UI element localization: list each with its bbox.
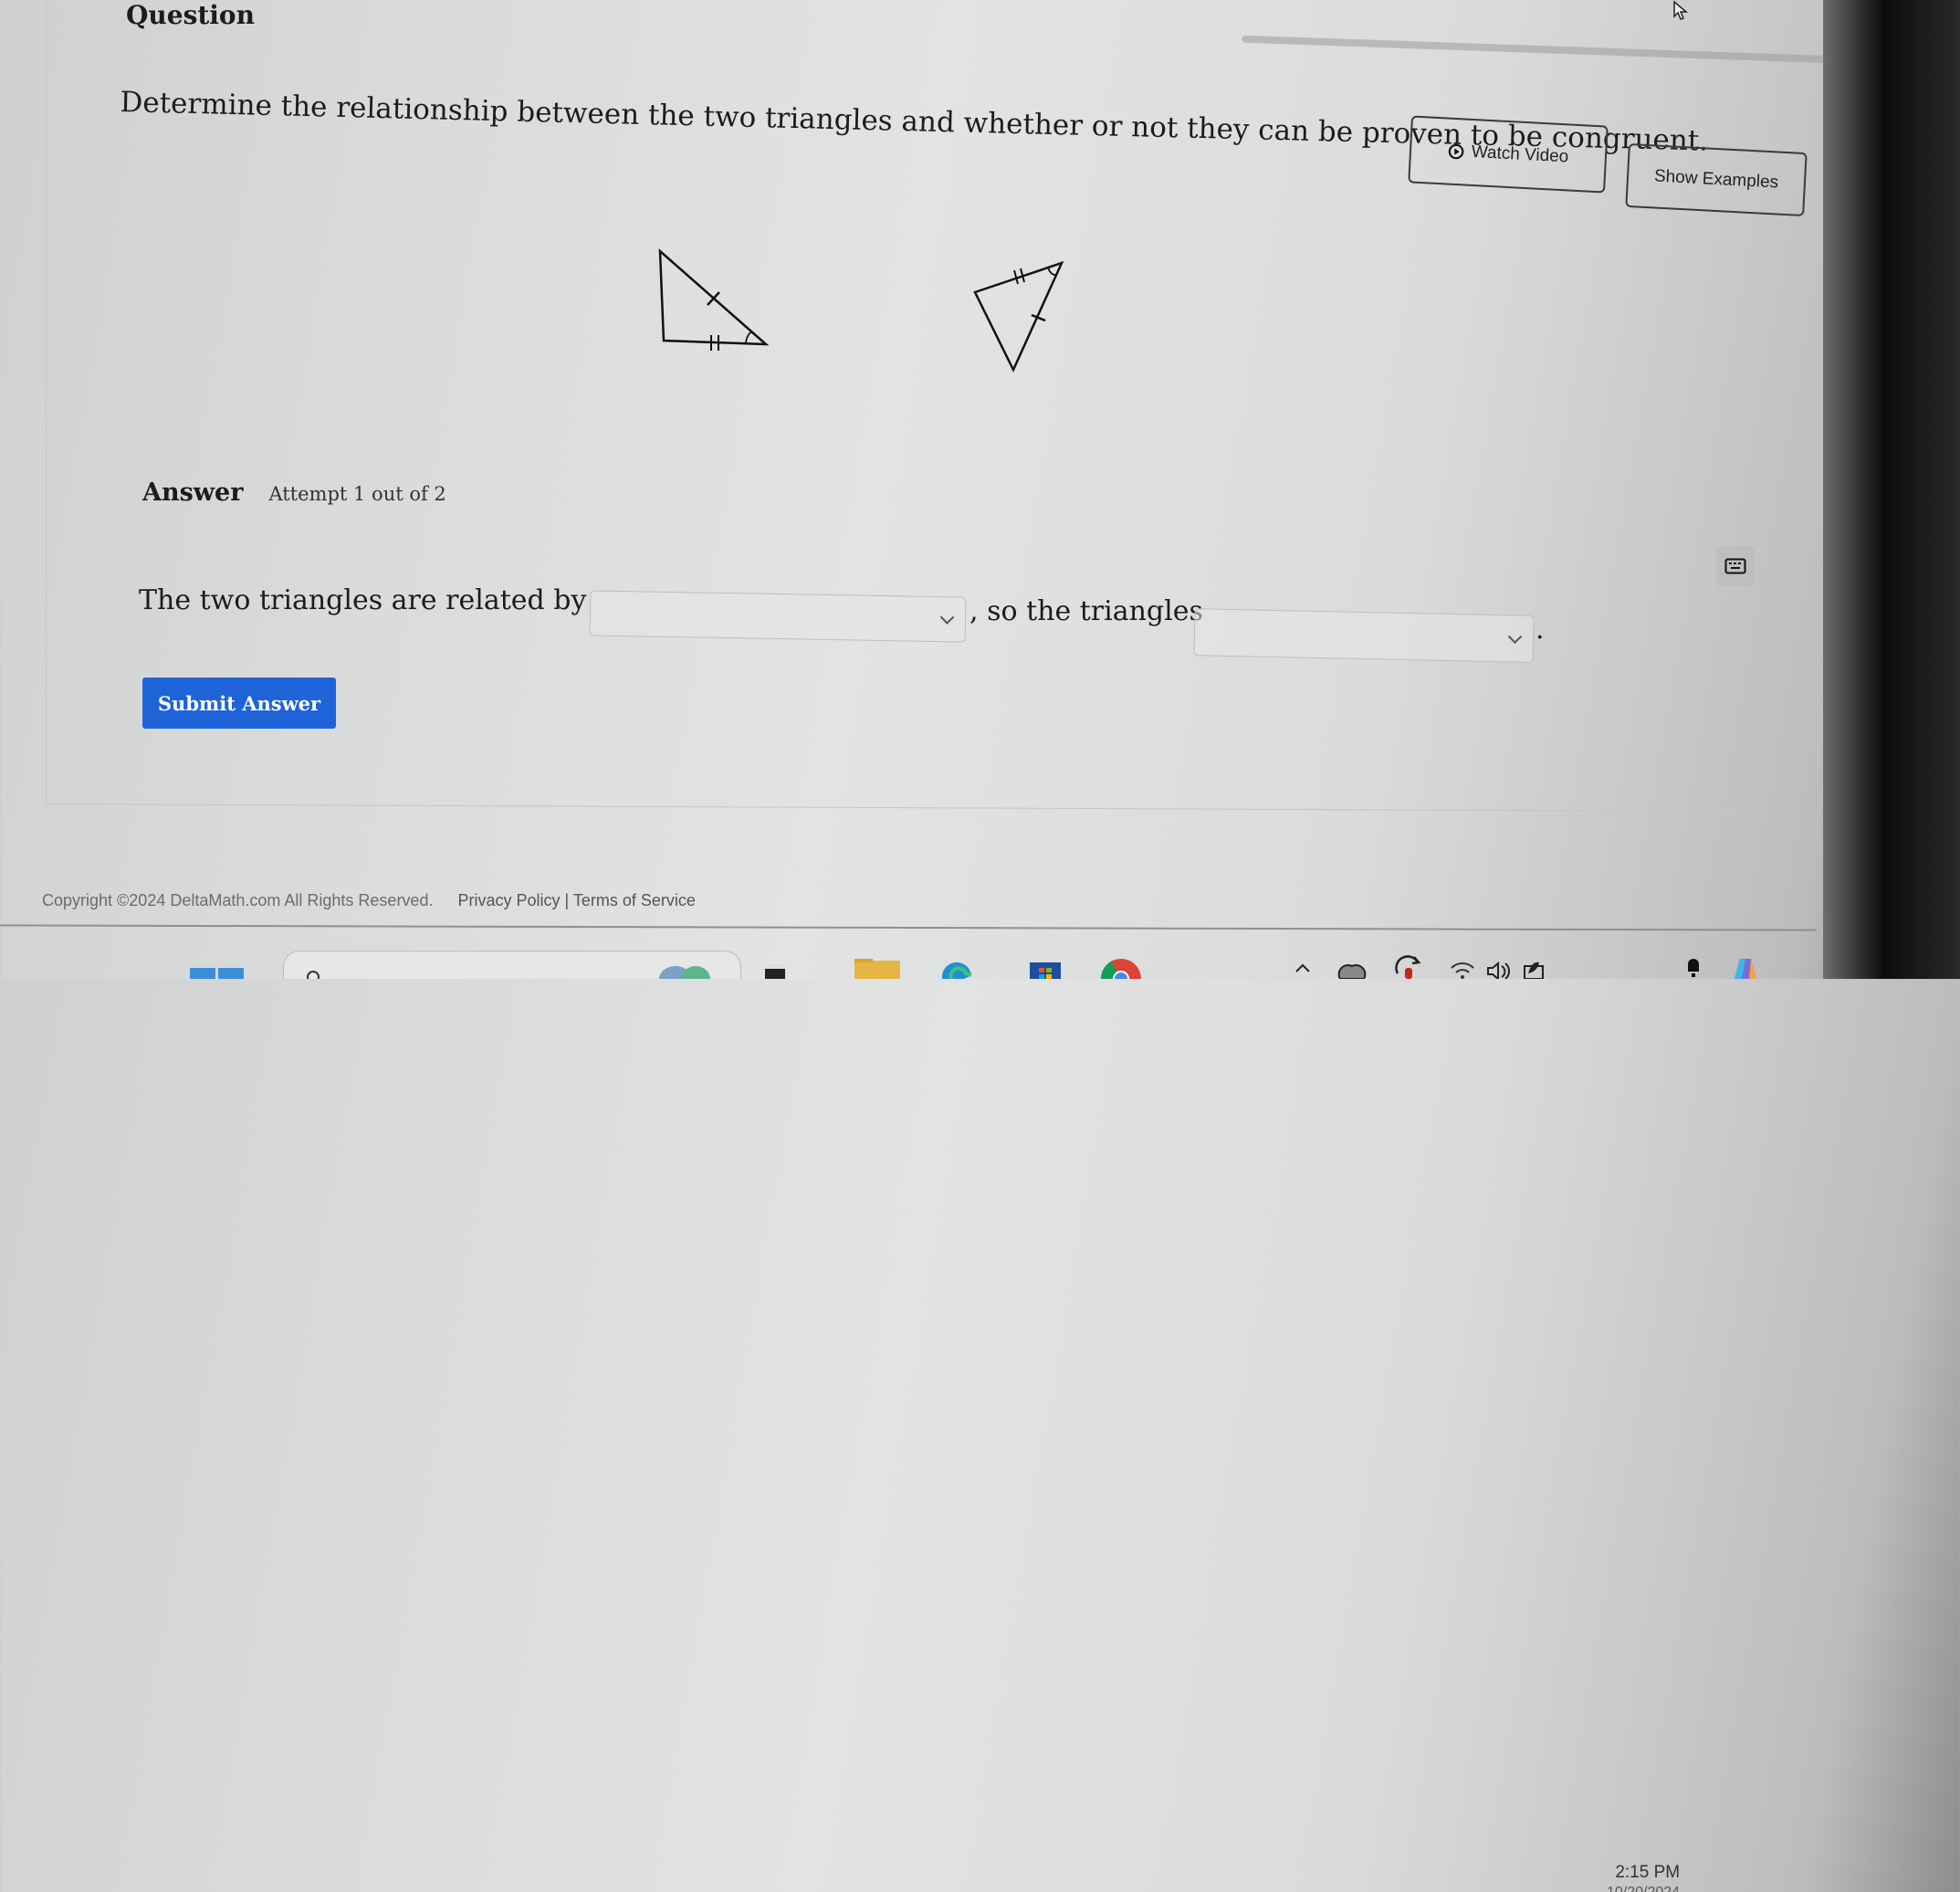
- windows-start-icon[interactable]: [190, 966, 245, 979]
- sync-icon[interactable]: [1392, 953, 1423, 979]
- chevron-up-icon[interactable]: [1294, 962, 1311, 973]
- chrome-browser-icon[interactable]: [1099, 955, 1143, 979]
- attempt-counter: Attempt 1 out of 2: [268, 483, 446, 505]
- clock-time: 2:15 PM: [1615, 1863, 1681, 1882]
- copilot-icon[interactable]: [1731, 955, 1760, 979]
- wifi-icon[interactable]: [1450, 961, 1475, 979]
- triangle-1: [658, 248, 770, 351]
- header-divider: [1242, 35, 1835, 64]
- notification-bell-icon[interactable]: [1685, 955, 1702, 977]
- triangle-2: [973, 260, 1064, 373]
- copyright-text: Copyright ©2024 DeltaMath.com All Rights…: [42, 891, 434, 909]
- relationship-dropdown[interactable]: [589, 590, 967, 643]
- keyboard-icon: [1724, 558, 1746, 574]
- widgets-icon[interactable]: [657, 961, 712, 979]
- privacy-policy-link[interactable]: Privacy Policy: [457, 891, 560, 909]
- chevron-down-icon: [1507, 629, 1523, 645]
- microsoft-store-icon[interactable]: [1030, 959, 1061, 979]
- submit-answer-button[interactable]: Submit Answer: [142, 678, 336, 729]
- volume-icon[interactable]: [1486, 961, 1512, 979]
- edge-browser-icon[interactable]: [940, 957, 973, 979]
- battery-saver-icon[interactable]: [1521, 959, 1546, 979]
- watch-video-button[interactable]: Watch Video: [1408, 115, 1609, 194]
- show-examples-label: Show Examples: [1653, 166, 1779, 193]
- onedrive-cloud-icon[interactable]: [1337, 961, 1367, 979]
- deltamath-page: Question Determine the relationship betw…: [0, 0, 1835, 927]
- search-icon: [307, 971, 320, 979]
- windows-taskbar: 2:15 PM 10/20/2024: [0, 931, 1817, 1892]
- file-explorer-icon[interactable]: [854, 959, 900, 979]
- show-examples-button[interactable]: Show Examples: [1625, 142, 1808, 217]
- sentence-part-1: The two triangles are related by: [139, 584, 587, 616]
- footer: Copyright ©2024 DeltaMath.com All Rights…: [42, 891, 696, 910]
- sentence-part-3: .: [1536, 614, 1545, 646]
- card-bottom-border: [45, 804, 1771, 813]
- chevron-down-icon: [939, 610, 955, 625]
- answer-header: Answer Attempt 1 out of 2: [142, 478, 446, 507]
- triangle-1-angle-arc: [745, 331, 753, 344]
- watch-video-label: Watch Video: [1471, 142, 1569, 167]
- footer-separator: |: [564, 891, 570, 909]
- keyboard-toggle-button[interactable]: [1716, 546, 1755, 586]
- card-left-border: [46, 0, 47, 804]
- clock-date: 10/20/2024: [1607, 1883, 1680, 1892]
- mouse-cursor-icon: [1673, 0, 1689, 20]
- answer-label: Answer: [142, 478, 244, 507]
- triangles-figure: [658, 248, 1064, 373]
- congruence-dropdown[interactable]: [1193, 608, 1535, 663]
- terminal-icon[interactable]: [765, 964, 785, 979]
- section-title: Question: [126, 0, 255, 30]
- sentence-part-2: , so the triangles: [970, 595, 1203, 627]
- system-clock[interactable]: 2:15 PM 10/20/2024: [1607, 1863, 1680, 1892]
- terms-of-service-link[interactable]: Terms of Service: [573, 891, 696, 909]
- screen-bezel: [1823, 0, 1960, 979]
- play-circle-icon: [1448, 143, 1464, 160]
